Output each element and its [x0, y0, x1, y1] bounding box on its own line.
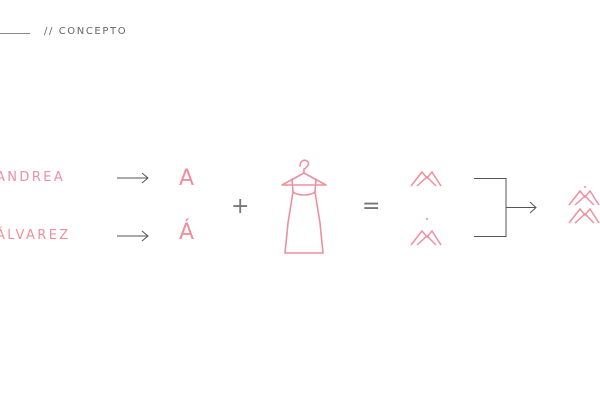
- bracket-arrow-icon: [474, 178, 537, 237]
- right-arrow-icon: [117, 172, 149, 184]
- letter-a: A: [179, 166, 195, 191]
- plus-sign: +: [231, 194, 250, 219]
- last-name-label: ÁLVAREZ: [0, 228, 71, 243]
- header-rule: [0, 33, 30, 34]
- letter-a-accent: Á: [179, 220, 195, 245]
- right-arrow-icon: [117, 230, 149, 242]
- dress-hanger-icon: [281, 159, 327, 254]
- monogram-logo-icon: [568, 186, 600, 224]
- triangle-a-icon: [410, 170, 442, 187]
- first-name-label: ANDREA: [0, 170, 66, 185]
- triangle-a-accent-icon: [410, 218, 442, 246]
- equals-sign: =: [362, 194, 381, 219]
- section-title: // CONCEPTO: [44, 26, 128, 37]
